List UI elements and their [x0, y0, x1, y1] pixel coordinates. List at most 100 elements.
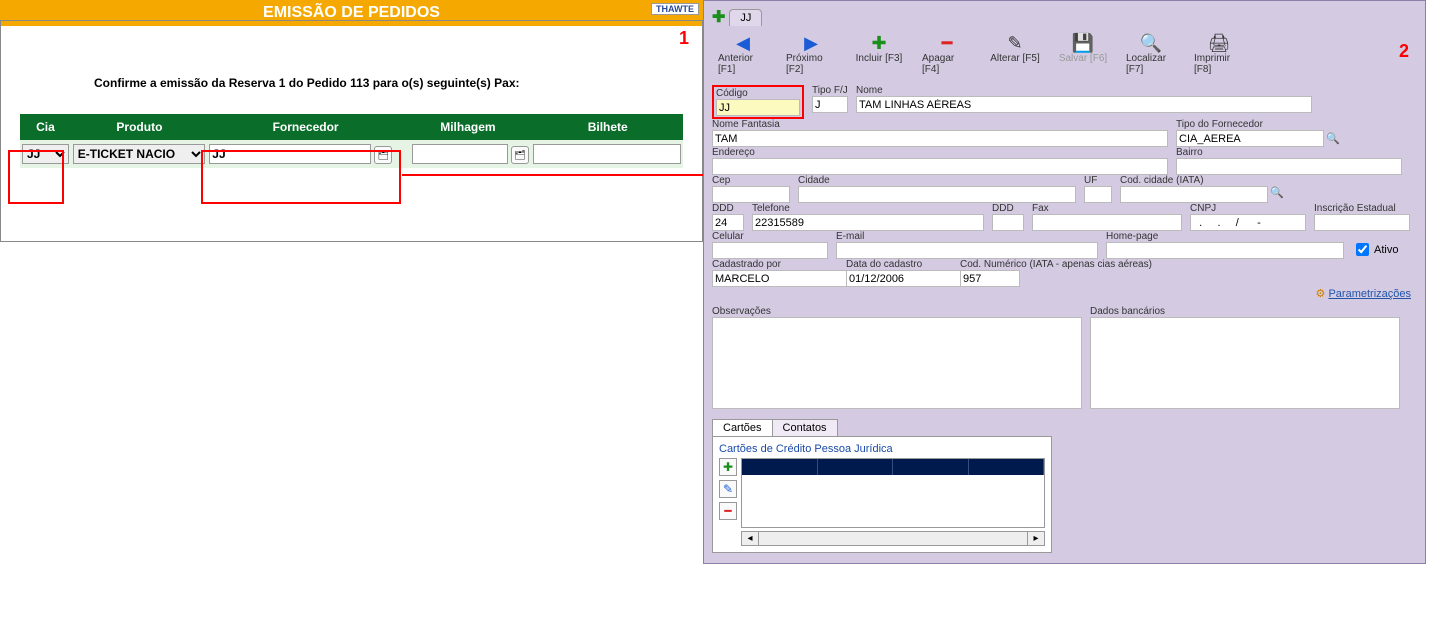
- email-input[interactable]: [836, 242, 1098, 259]
- new-doc-tab-button[interactable]: ✚: [712, 7, 725, 27]
- codigo-input[interactable]: [716, 99, 800, 116]
- label-cidade: Cidade: [798, 175, 1076, 186]
- label-fax: Fax: [1032, 203, 1182, 214]
- parametrizacoes-link[interactable]: Parametrizações: [1328, 288, 1411, 300]
- minus-icon: ━: [942, 33, 953, 53]
- panel-2: 2 ✚ JJ ◀Anterior [F1] ▶Próximo [F2] ✚Inc…: [703, 0, 1426, 564]
- tool-anterior[interactable]: ◀Anterior [F1]: [718, 33, 768, 75]
- fieldset-cc-pj-title: Cartões de Crédito Pessoa Jurídica: [719, 443, 1045, 455]
- label-endereco: Endereço: [712, 147, 1168, 158]
- label-ativo: Ativo: [1374, 244, 1398, 256]
- label-celular: Celular: [712, 231, 828, 242]
- cc-edit-button[interactable]: ✎: [719, 480, 737, 498]
- cc-add-button[interactable]: ✚: [719, 458, 737, 476]
- label-observacoes: Observações: [712, 306, 1082, 317]
- panel-1: EMISSÃO DE PEDIDOS THAWTE 1 Confirme a e…: [0, 0, 703, 564]
- cod-numerico-input[interactable]: [960, 270, 1020, 287]
- cadastrado-por-input[interactable]: [712, 270, 860, 287]
- label-uf: UF: [1084, 175, 1112, 186]
- header-milhagem: Milhagem: [403, 114, 532, 140]
- scroll-track[interactable]: [759, 531, 1027, 546]
- tool-apagar[interactable]: ━Apagar [F4]: [922, 33, 972, 75]
- nome-fantasia-input[interactable]: [712, 130, 1168, 147]
- doc-tabs: ✚ JJ: [712, 7, 1417, 27]
- bottom-tabs: Cartões Contatos Cartões de Crédito Pess…: [712, 419, 1417, 553]
- doc-tab-jj[interactable]: JJ: [729, 9, 762, 26]
- tab-contatos[interactable]: Contatos: [772, 419, 838, 436]
- search-icon: 🔍: [1140, 33, 1162, 53]
- produto-select[interactable]: E-TICKET NACIO: [73, 144, 206, 164]
- marker-2: 2: [1399, 41, 1409, 62]
- label-ie: Inscrição Estadual: [1314, 203, 1410, 214]
- label-cnpj: CNPJ: [1190, 203, 1306, 214]
- label-cep: Cep: [712, 175, 790, 186]
- label-nome: Nome: [856, 85, 1312, 96]
- tool-localizar[interactable]: 🔍Localizar [F7]: [1126, 33, 1176, 75]
- tool-imprimir[interactable]: 🖨Imprimir [F8]: [1194, 33, 1244, 75]
- label-ddd: DDD: [712, 203, 744, 214]
- uf-input[interactable]: [1084, 186, 1112, 203]
- endereco-input[interactable]: [712, 158, 1168, 175]
- header-produto: Produto: [71, 114, 208, 140]
- cidade-input[interactable]: [798, 186, 1076, 203]
- telefone-input[interactable]: [752, 214, 984, 231]
- panel-1-title-bar: EMISSÃO DE PEDIDOS THAWTE: [0, 0, 703, 26]
- ativo-checkbox[interactable]: [1356, 243, 1369, 256]
- cia-select[interactable]: JJ: [22, 144, 69, 164]
- label-tipofj: Tipo F/J: [812, 85, 848, 96]
- scroll-right-button[interactable]: ▸: [1027, 531, 1045, 546]
- ddd-input[interactable]: [712, 214, 744, 231]
- ddd2-input[interactable]: [992, 214, 1024, 231]
- label-data-cadastro: Data do cadastro: [846, 259, 952, 270]
- fornecedor-input[interactable]: [209, 144, 371, 164]
- cnpj-input[interactable]: [1190, 214, 1306, 231]
- celular-input[interactable]: [712, 242, 828, 259]
- cep-input[interactable]: [712, 186, 790, 203]
- fax-input[interactable]: [1032, 214, 1182, 231]
- ie-input[interactable]: [1314, 214, 1410, 231]
- label-cod-cidade: Cod. cidade (IATA): [1120, 175, 1232, 186]
- label-codigo: Código: [716, 88, 800, 99]
- tipofj-input[interactable]: [812, 96, 848, 113]
- tipo-fornecedor-lookup-icon[interactable]: 🔍: [1324, 132, 1340, 145]
- tool-salvar: 💾Salvar [F6]: [1058, 33, 1108, 75]
- bairro-input[interactable]: [1176, 158, 1402, 175]
- cc-grid[interactable]: [741, 458, 1045, 528]
- tool-incluir[interactable]: ✚Incluir [F3]: [854, 33, 904, 75]
- grid-row: JJ E-TICKET NACIO 🗂 🗂: [20, 140, 683, 168]
- tipo-fornecedor-input[interactable]: [1176, 130, 1324, 147]
- tool-alterar[interactable]: ✎Alterar [F5]: [990, 33, 1040, 75]
- homepage-input[interactable]: [1106, 242, 1344, 259]
- order-grid: Cia Produto Fornecedor Milhagem Bilhete …: [20, 114, 683, 168]
- label-cod-numerico: Cod. Numérico (IATA - apenas cias aéreas…: [960, 259, 1190, 270]
- label-email: E-mail: [836, 231, 1098, 242]
- label-bairro: Bairro: [1176, 147, 1402, 158]
- tab-cartoes[interactable]: Cartões: [712, 419, 773, 436]
- label-cadastrado-por: Cadastrado por: [712, 259, 838, 270]
- highlight-codigo: Código: [712, 85, 804, 119]
- bilhete-input[interactable]: [533, 144, 681, 164]
- tool-proximo[interactable]: ▶Próximo [F2]: [786, 33, 836, 75]
- fornecedor-lookup-button[interactable]: 🗂: [374, 146, 392, 164]
- milhagem-lookup-button[interactable]: 🗂: [511, 146, 529, 164]
- thawte-badge: THAWTE: [651, 3, 699, 15]
- edit-icon: ✎: [1007, 33, 1022, 53]
- cod-cidade-lookup-icon[interactable]: 🔍: [1268, 186, 1284, 203]
- cod-cidade-input[interactable]: [1120, 186, 1268, 203]
- label-nome-fantasia: Nome Fantasia: [712, 119, 1168, 130]
- observacoes-textarea[interactable]: [712, 317, 1082, 409]
- confirm-text: Confirme a emissão da Reserva 1 do Pedid…: [20, 76, 683, 114]
- nome-input[interactable]: [856, 96, 1312, 113]
- label-homepage: Home-page: [1106, 231, 1344, 242]
- arrow-left-icon: ◀: [736, 33, 750, 53]
- milhagem-input[interactable]: [412, 144, 508, 164]
- header-cia: Cia: [20, 114, 71, 140]
- cc-grid-scrollbar[interactable]: ◂ ▸: [741, 531, 1045, 546]
- scroll-left-button[interactable]: ◂: [741, 531, 759, 546]
- label-tipo-fornecedor: Tipo do Fornecedor: [1176, 119, 1314, 130]
- dados-bancarios-textarea[interactable]: [1090, 317, 1400, 409]
- header-fornecedor: Fornecedor: [208, 114, 403, 140]
- print-icon: 🖨: [1208, 33, 1231, 53]
- cc-delete-button[interactable]: ━: [719, 502, 737, 520]
- grid-header: Cia Produto Fornecedor Milhagem Bilhete: [20, 114, 683, 140]
